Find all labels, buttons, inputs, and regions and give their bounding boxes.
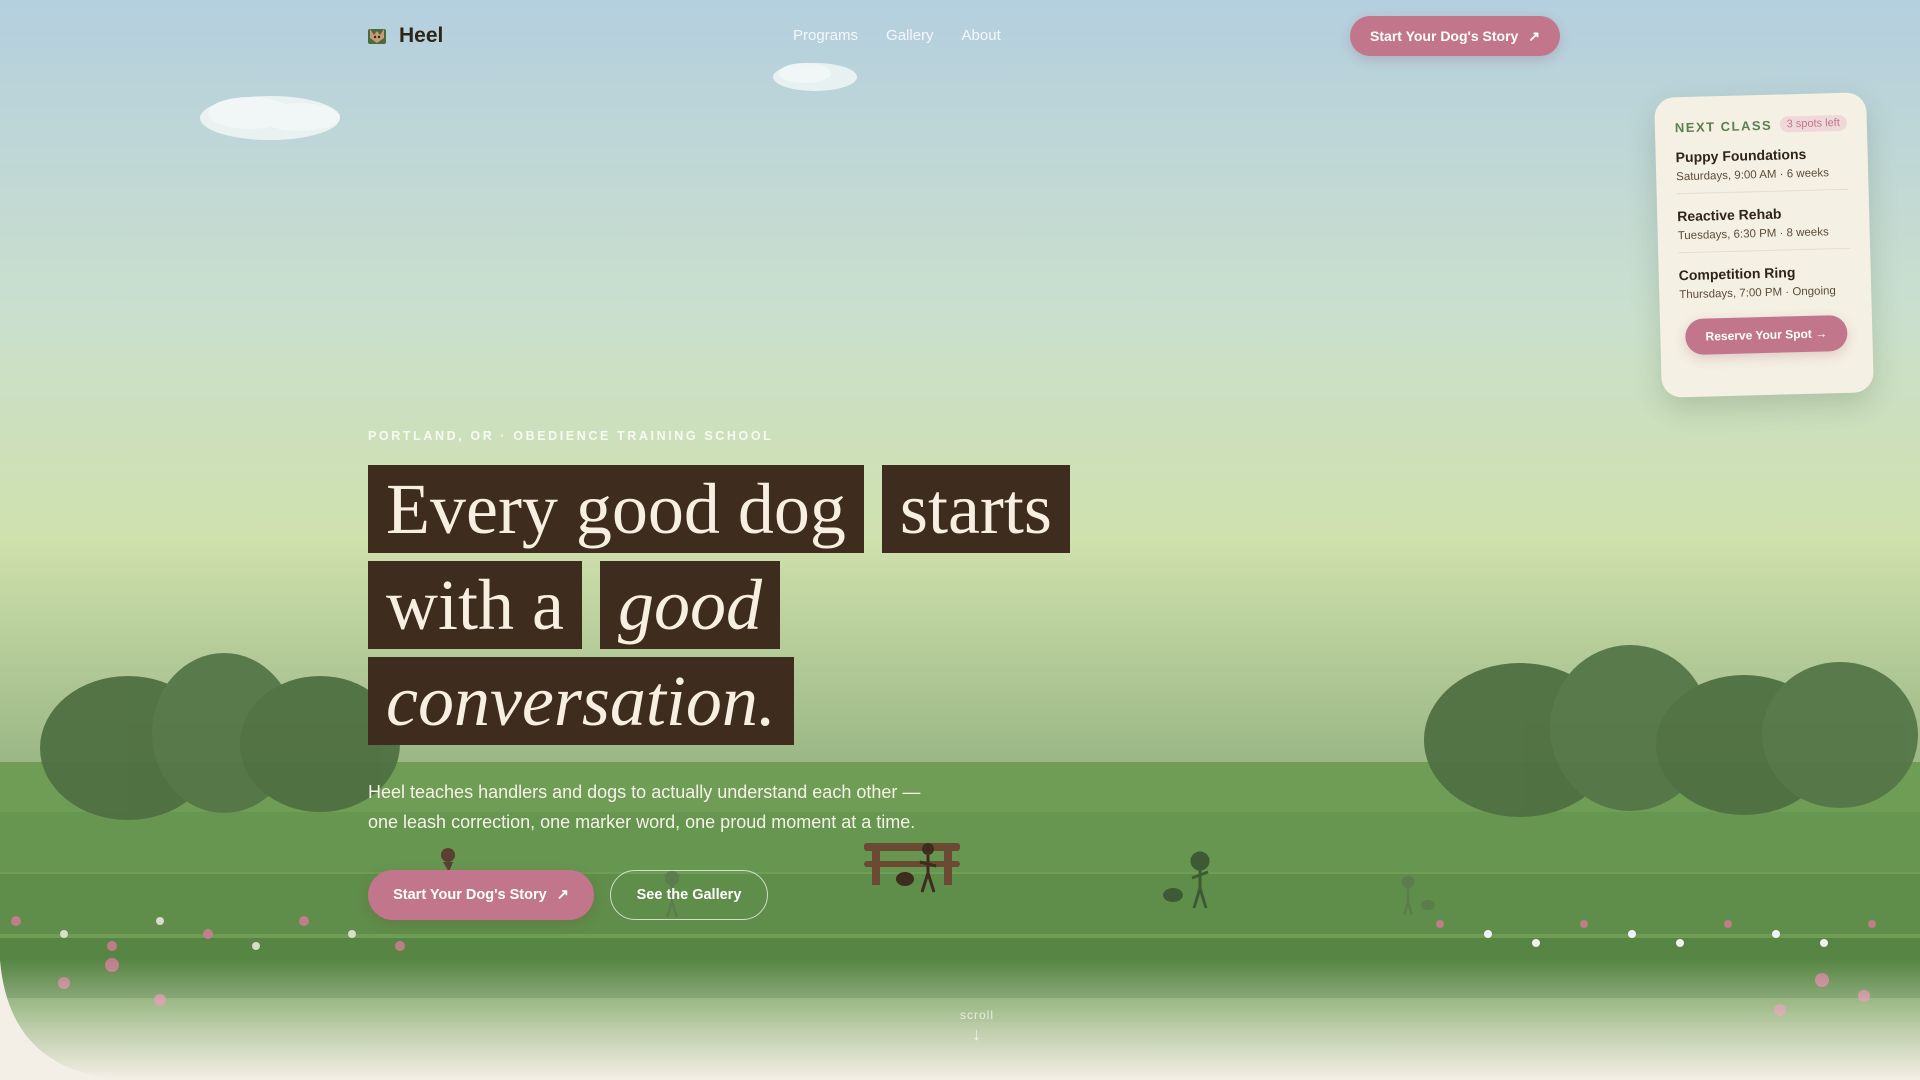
reserve-spot-button[interactable]: Reserve Your Spot → bbox=[1684, 314, 1848, 356]
headline-chunk: Every good dog bbox=[368, 465, 864, 553]
nav-cta-label: Start Your Dog's Story bbox=[1370, 27, 1519, 44]
arrow-up-right-icon: ↗ bbox=[556, 887, 569, 903]
dog-logo-icon bbox=[368, 29, 386, 44]
scroll-indicator[interactable]: scroll ↓ bbox=[960, 1008, 994, 1045]
headline-chunk: with a bbox=[368, 561, 582, 649]
class-item[interactable]: Puppy Foundations Saturdays, 9:00 AM · 6… bbox=[1675, 130, 1849, 195]
next-class-card: NEXT CLASS 3 spots left Puppy Foundation… bbox=[1654, 92, 1874, 398]
top-nav: Heel Programs Gallery About Start Your D… bbox=[0, 0, 1920, 72]
nav-start-story-button[interactable]: Start Your Dog's Story ↗ bbox=[1350, 16, 1560, 56]
hero-cta-label: Start Your Dog's Story bbox=[393, 887, 547, 903]
hero-lede: Heel teaches handlers and dogs to actual… bbox=[368, 777, 968, 837]
nav-link-gallery[interactable]: Gallery bbox=[886, 27, 934, 44]
lede-line: one leash correction, one marker word, o… bbox=[368, 812, 916, 832]
brand-name: Heel bbox=[399, 24, 444, 47]
class-item[interactable]: Reactive Rehab Tuesdays, 6:30 PM · 8 wee… bbox=[1676, 189, 1851, 254]
next-class-title: NEXT CLASS bbox=[1674, 117, 1773, 135]
class-item[interactable]: Competition Ring Thursdays, 7:00 PM · On… bbox=[1678, 249, 1851, 311]
class-name: Competition Ring bbox=[1678, 264, 1796, 284]
hero-headline: Every good dog starts with a good conver… bbox=[368, 465, 1168, 753]
nav-link-about[interactable]: About bbox=[962, 27, 1001, 44]
trees-right bbox=[1424, 645, 1918, 817]
hero-eyebrow: PORTLAND, OR · OBEDIENCE TRAINING SCHOOL bbox=[368, 429, 774, 443]
headline-chunk-italic: conversation. bbox=[368, 657, 794, 745]
class-name: Reactive Rehab bbox=[1677, 205, 1782, 225]
headline-line: with a good bbox=[368, 561, 1168, 649]
spots-left-badge: 3 spots left bbox=[1779, 114, 1848, 133]
nav-links: Programs Gallery About bbox=[793, 27, 1001, 44]
class-schedule: Tuesdays, 6:30 PM · 8 weeks bbox=[1677, 226, 1829, 243]
scroll-label: scroll bbox=[960, 1008, 995, 1022]
class-name: Puppy Foundations bbox=[1675, 145, 1807, 166]
brand[interactable]: Heel bbox=[367, 24, 443, 48]
class-schedule: Saturdays, 9:00 AM · 6 weeks bbox=[1676, 167, 1830, 184]
arrow-down-icon: ↓ bbox=[972, 1024, 982, 1044]
headline-chunk: starts bbox=[881, 465, 1070, 553]
class-schedule: Thursdays, 7:00 PM · Ongoing bbox=[1679, 285, 1836, 302]
headline-line: conversation. bbox=[368, 657, 1168, 745]
headline-chunk-italic: good bbox=[599, 561, 780, 649]
hero-start-story-button[interactable]: Start Your Dog's Story ↗ bbox=[368, 870, 594, 920]
nav-link-programs[interactable]: Programs bbox=[793, 27, 858, 44]
lede-line: Heel teaches handlers and dogs to actual… bbox=[368, 782, 921, 802]
headline-line: Every good dog starts bbox=[368, 465, 1168, 553]
see-gallery-button[interactable]: See the Gallery bbox=[610, 870, 768, 920]
arrow-up-right-icon: ↗ bbox=[1528, 27, 1540, 44]
